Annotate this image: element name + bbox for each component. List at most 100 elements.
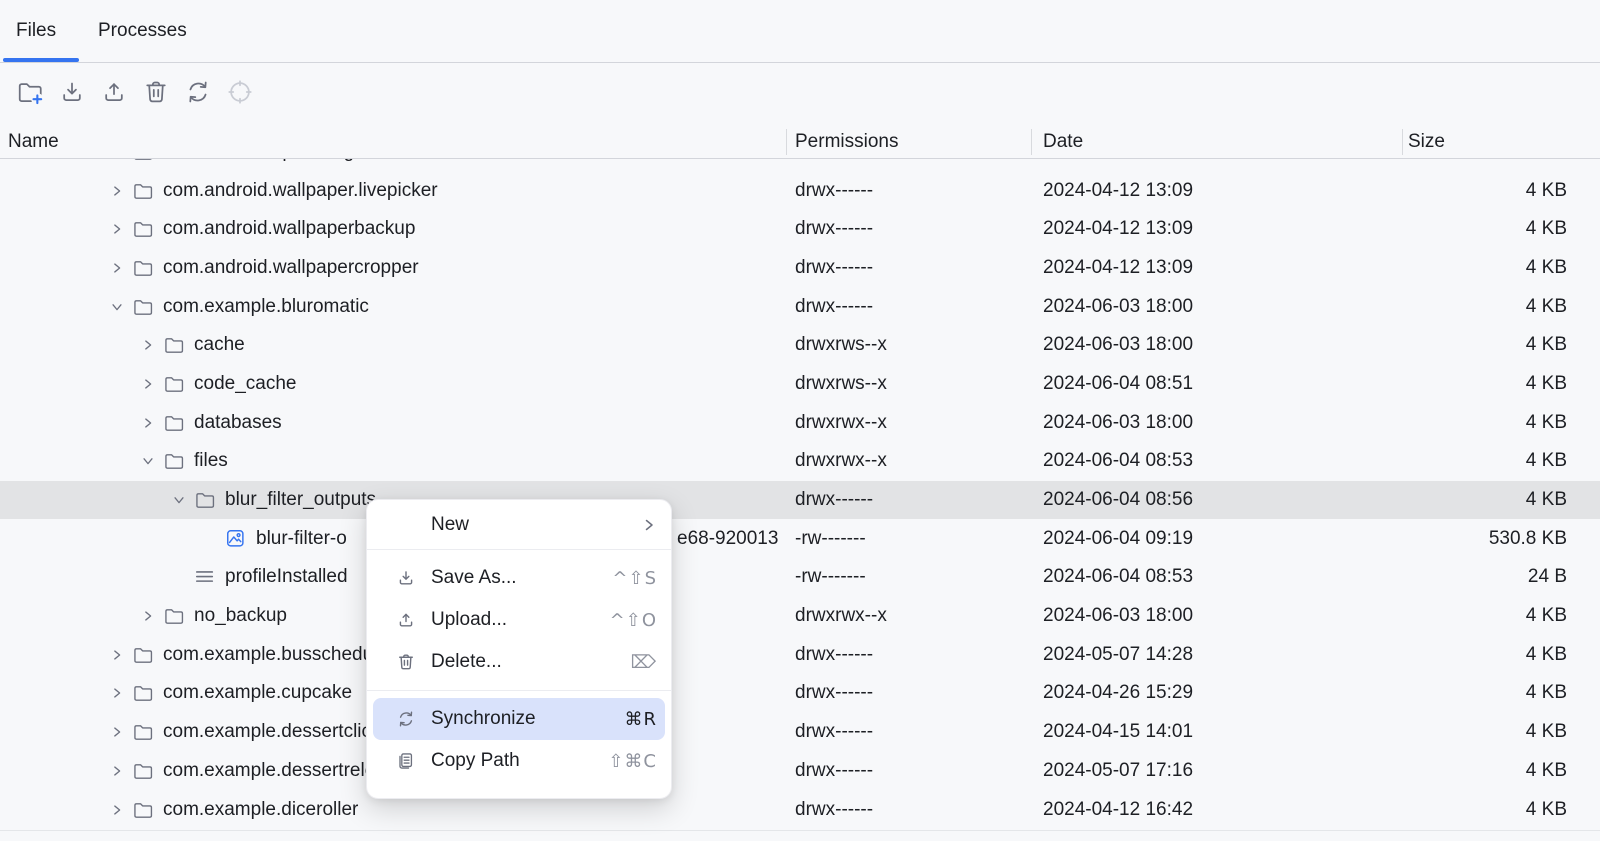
tab-processes[interactable]: Processes	[98, 0, 187, 62]
column-header-permissions[interactable]: Permissions	[795, 126, 898, 158]
chevron-right-icon[interactable]	[102, 184, 132, 198]
folder-icon	[194, 489, 216, 511]
table-row[interactable]: com.android.vpndialogs	[0, 159, 1600, 171]
chevron-right-icon[interactable]	[102, 648, 132, 662]
table-row[interactable]: files drwxrwx--x 2024-06-04 08:53 4 KB	[0, 442, 1600, 481]
menu-item-label: Synchronize	[431, 708, 624, 730]
column-header-size[interactable]: Size	[1408, 126, 1445, 158]
chevron-right-icon[interactable]	[133, 416, 163, 430]
menu-item-synchronize[interactable]: Synchronize ⌘R	[373, 698, 665, 740]
permissions: drwx------	[785, 760, 1030, 782]
table-row-selected[interactable]: blur_filter_outputs drwx------ 2024-06-0…	[0, 481, 1600, 520]
permissions: drwx------	[785, 180, 1030, 202]
table-row[interactable]: com.example.cupcake drwx------ 2024-04-2…	[0, 674, 1600, 713]
menu-item-save-as[interactable]: Save As... ^⇧S	[367, 557, 671, 599]
permissions: drwxrws--x	[785, 373, 1030, 395]
folder-icon	[132, 799, 154, 821]
column-header-date[interactable]: Date	[1043, 126, 1083, 158]
file-name: com.android.wallpaper.livepicker	[163, 180, 438, 202]
date: 2024-06-03 18:00	[1030, 334, 1400, 356]
size: 4 KB	[1400, 682, 1600, 704]
menu-item-label: Save As...	[431, 567, 612, 589]
menu-item-upload[interactable]: Upload... ^⇧O	[367, 599, 671, 641]
table-row[interactable]: com.example.diceroller drwx------ 2024-0…	[0, 790, 1600, 829]
table-row[interactable]: com.android.wallpaper.livepicker drwx---…	[0, 171, 1600, 210]
table-row[interactable]: blur-filter-o e68-920013 -rw------- 2024…	[0, 519, 1600, 558]
table-row[interactable]: com.example.dessertclicker drwx------ 20…	[0, 713, 1600, 752]
upload-button[interactable]	[98, 76, 130, 108]
table-row[interactable]: code_cache drwxrws--x 2024-06-04 08:51 4…	[0, 365, 1600, 404]
chevron-down-icon[interactable]	[133, 454, 163, 468]
permissions: drwxrwx--x	[785, 605, 1030, 627]
size: 4 KB	[1400, 799, 1600, 821]
panel-bottom-border	[0, 830, 1600, 831]
synchronize-button[interactable]	[182, 76, 214, 108]
folder-icon	[163, 450, 185, 472]
file-name: files	[194, 450, 228, 472]
menu-shortcut: ^⇧S	[612, 568, 657, 589]
table-row[interactable]: cache drwxrws--x 2024-06-03 18:00 4 KB	[0, 326, 1600, 365]
device-file-explorer: Files Processes	[0, 0, 1600, 841]
target-icon	[226, 78, 254, 106]
permissions: drwxrwx--x	[785, 450, 1030, 472]
upload-icon	[100, 78, 128, 106]
folder-icon	[132, 760, 154, 782]
file-name: com.example.bluromatic	[163, 296, 369, 318]
table-row[interactable]: databases drwxrwx--x 2024-06-03 18:00 4 …	[0, 403, 1600, 442]
size: 4 KB	[1400, 644, 1600, 666]
column-header-name[interactable]: Name	[8, 126, 59, 158]
size: 4 KB	[1400, 334, 1600, 356]
chevron-right-icon[interactable]	[102, 764, 132, 778]
tab-files[interactable]: Files	[16, 0, 56, 62]
table-row[interactable]: com.example.dessertrelease drwx------ 20…	[0, 752, 1600, 791]
chevron-right-icon[interactable]	[133, 377, 163, 391]
table-row[interactable]: com.example.bluromatic drwx------ 2024-0…	[0, 287, 1600, 326]
chevron-down-icon[interactable]	[102, 300, 132, 314]
menu-item-delete[interactable]: Delete... ⌦	[367, 641, 671, 683]
menu-item-new[interactable]: New	[367, 508, 671, 542]
date: 2024-06-03 18:00	[1030, 605, 1400, 627]
chevron-right-icon[interactable]	[102, 725, 132, 739]
image-file-icon	[225, 528, 247, 550]
file-name: com.example.busschedule	[163, 644, 388, 666]
chevron-right-icon[interactable]	[133, 609, 163, 623]
menu-item-copy-path[interactable]: Copy Path ⇧⌘C	[367, 740, 671, 782]
file-name: com.example.diceroller	[163, 799, 358, 821]
download-icon	[58, 78, 86, 106]
date: 2024-06-04 08:51	[1030, 373, 1400, 395]
file-name: com.android.wallpapercropper	[163, 257, 419, 279]
chevron-right-icon[interactable]	[102, 261, 132, 275]
folder-icon	[132, 257, 154, 279]
column-resize-handle[interactable]	[786, 129, 787, 155]
permissions: drwxrws--x	[785, 334, 1030, 356]
size: 4 KB	[1400, 180, 1600, 202]
chevron-down-icon[interactable]	[164, 493, 194, 507]
folder-icon	[132, 644, 154, 666]
download-button[interactable]	[56, 76, 88, 108]
size: 4 KB	[1400, 373, 1600, 395]
delete-button[interactable]	[140, 76, 172, 108]
file-name: com.example.dessertclicker	[163, 721, 397, 743]
table-header: Name Permissions Date Size	[0, 126, 1600, 159]
chevron-right-icon[interactable]	[102, 222, 132, 236]
chevron-right-icon[interactable]	[102, 686, 132, 700]
table-row[interactable]: com.android.wallpapercropper drwx------ …	[0, 249, 1600, 288]
size: 4 KB	[1400, 760, 1600, 782]
delete-icon	[395, 651, 417, 673]
table-row[interactable]: profileInstalled -rw------- 2024-06-04 0…	[0, 558, 1600, 597]
date: 2024-04-12 13:09	[1030, 180, 1400, 202]
chevron-right-icon[interactable]	[102, 803, 132, 817]
column-resize-handle[interactable]	[1031, 129, 1032, 155]
folder-icon	[132, 721, 154, 743]
synchronize-icon	[395, 708, 417, 730]
size: 4 KB	[1400, 721, 1600, 743]
table-row[interactable]: no_backup drwxrwx--x 2024-06-03 18:00 4 …	[0, 597, 1600, 636]
delete-icon	[142, 78, 170, 106]
chevron-right-icon[interactable]	[133, 338, 163, 352]
size: 4 KB	[1400, 489, 1600, 511]
permissions: drwx------	[785, 682, 1030, 704]
table-row[interactable]: com.example.busschedule drwx------ 2024-…	[0, 635, 1600, 674]
new-folder-button[interactable]	[14, 76, 46, 108]
column-resize-handle[interactable]	[1402, 129, 1403, 155]
table-row[interactable]: com.android.wallpaperbackup drwx------ 2…	[0, 210, 1600, 249]
